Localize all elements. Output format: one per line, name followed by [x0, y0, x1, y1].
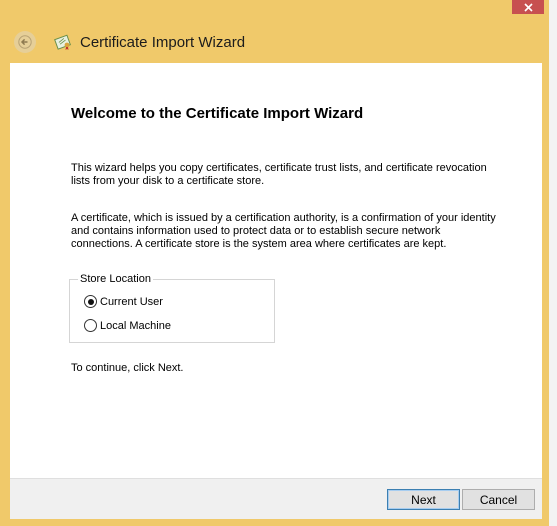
certificate-description: A certificate, which is issued by a cert…	[71, 212, 531, 251]
current-user-radio[interactable]	[84, 295, 97, 308]
background-window-edge	[549, 0, 557, 526]
description-line: and contains information used to protect…	[71, 225, 441, 237]
certificate-icon	[54, 34, 71, 50]
description-line: connections. A certificate store is the …	[71, 238, 447, 250]
current-user-label: Current User	[100, 295, 163, 308]
wizard-footer: Next Cancel	[10, 478, 542, 519]
close-icon	[523, 2, 533, 12]
wizard-content: Welcome to the Certificate Import Wizard…	[10, 63, 542, 478]
intro-line: lists from your disk to a certificate st…	[71, 175, 265, 187]
wizard-titlebar: Certificate Import Wizard	[10, 28, 540, 56]
store-location-label: Store Location	[78, 273, 153, 285]
close-button[interactable]	[512, 0, 544, 14]
continue-instruction: To continue, click Next.	[71, 362, 184, 374]
intro-line: This wizard helps you copy certificates,…	[71, 162, 487, 174]
local-machine-option[interactable]: Local Machine	[84, 319, 171, 332]
store-location-group: Store Location Current User Local Machin…	[69, 273, 275, 343]
page-title: Welcome to the Certificate Import Wizard	[71, 105, 364, 122]
window-title: Certificate Import Wizard	[80, 33, 246, 51]
current-user-option[interactable]: Current User	[84, 295, 163, 308]
back-button[interactable]	[14, 31, 36, 53]
cancel-button[interactable]: Cancel	[462, 489, 535, 510]
wizard-window: Certificate Import Wizard Welcome to the…	[0, 0, 549, 526]
intro-paragraph: This wizard helps you copy certificates,…	[71, 162, 531, 188]
local-machine-radio[interactable]	[84, 319, 97, 332]
next-button[interactable]: Next	[387, 489, 460, 510]
local-machine-label: Local Machine	[100, 319, 171, 332]
description-line: A certificate, which is issued by a cert…	[71, 212, 496, 224]
back-arrow-icon	[18, 35, 32, 49]
